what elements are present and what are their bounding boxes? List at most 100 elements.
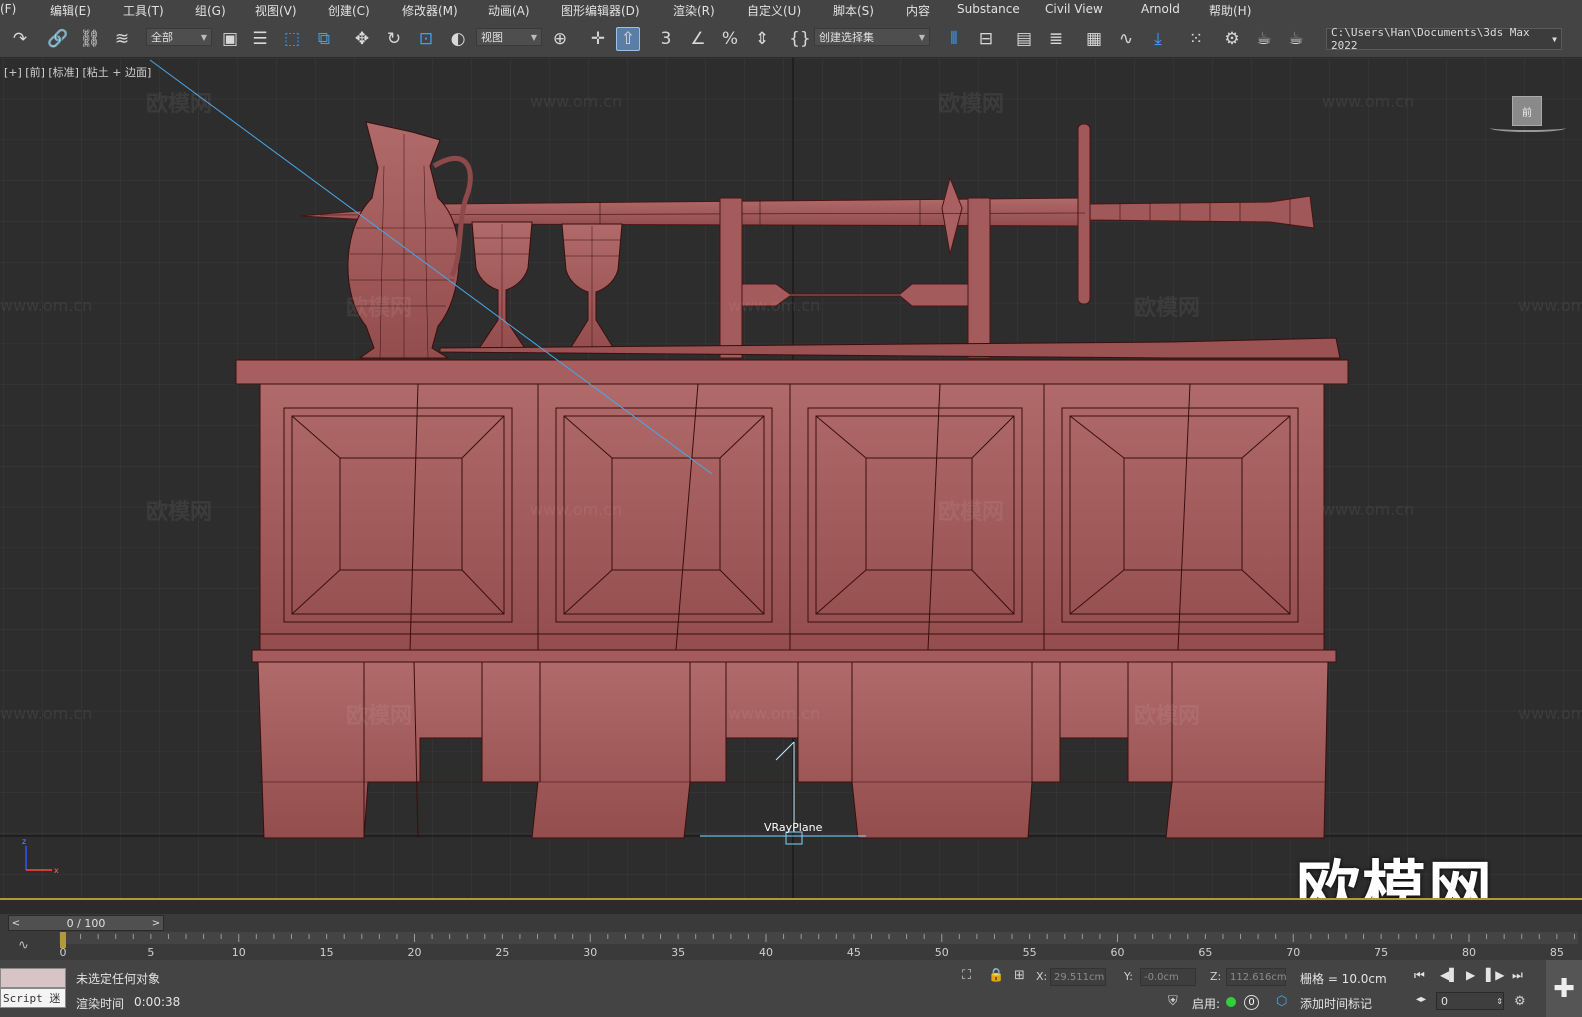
current-frame-value: 0 [1441,994,1448,1008]
rendered-frame-icon[interactable]: ☕ [1252,27,1276,51]
time-slider-value: 0 / 100 [66,916,106,930]
ruler-tick-label: 10 [232,946,246,959]
render-icon[interactable]: ☕ [1284,27,1308,51]
menu-customize[interactable]: 自定义(U) [747,2,801,19]
layer-explorer-icon[interactable]: ≣ [1044,27,1068,51]
window-crossing-icon[interactable]: ⧉ [312,27,336,51]
time-slider-bar: < 0 / 100 > [0,914,1582,932]
rotate-icon[interactable]: ↻ [382,27,406,51]
key-mode-icon[interactable]: ◂▸ [1416,994,1426,1005]
viewport-front[interactable]: z x [+] [前] [标准] [粘土 + 边面] 欧模网 www.om.cn… [0,58,1582,900]
material-editor-icon[interactable]: ⁙ [1184,27,1208,51]
ruler-tick-label: 45 [847,946,861,959]
time-config-icon[interactable]: ⚙ [1514,994,1526,1009]
chevron-left-icon[interactable]: < [9,916,23,930]
reference-coord-dropdown[interactable]: 视图 ▼ [476,28,542,46]
y-coord-label: Y: [1124,970,1133,983]
keyboard-shortcut-icon[interactable]: ⇧ [616,27,640,51]
spinner-snap-icon[interactable]: ⇕ [750,27,774,51]
ribbon-icon[interactable]: ▦ [1082,27,1106,51]
menu-help[interactable]: 帮助(H) [1209,2,1251,19]
viewport-label-menu[interactable]: [+] [前] [标准] [粘土 + 边面] [4,64,151,80]
select-manipulate-icon[interactable]: ✛ [586,27,610,51]
schematic-view-icon[interactable]: ⤓ [1146,27,1170,51]
move-icon[interactable]: ✥ [350,27,374,51]
menu-tools[interactable]: 工具(T) [123,2,164,19]
snap-icon[interactable]: 3 [654,27,678,51]
ruler-tick-label: 20 [408,946,422,959]
shield-icon[interactable]: ⛨ [1168,994,1178,1009]
current-frame-field[interactable]: 0 ⇕ [1436,992,1504,1010]
watermark-logo: 欧模网 [146,92,213,117]
edit-named-sets-icon[interactable]: {} [788,27,812,51]
use-pivot-icon[interactable]: ⊕ [548,27,572,51]
link-icon[interactable]: 🔗 [46,27,70,51]
viewcube-face-label: 前 [1522,107,1532,119]
menu-edit[interactable]: 编辑(E) [50,2,91,19]
selection-status: 未选定任何对象 [76,972,161,986]
menu-civil-view[interactable]: Civil View [1045,2,1103,16]
scale-icon[interactable]: ⊡ [414,27,438,51]
menu-group[interactable]: 组(G) [195,2,226,19]
mirror-icon[interactable]: ⫴ [942,27,966,51]
lock-selection-icon[interactable]: 🔒 [988,968,1004,983]
maxscript-input[interactable]: Script 迷 [0,988,66,1008]
redo-icon[interactable]: ↷ [8,27,32,51]
render-time-label: 渲染时间 [76,997,125,1011]
ruler-tick-label: 15 [320,946,334,959]
x-coord-field[interactable]: 29.511cm [1050,968,1106,986]
track-bar[interactable]: ∿ 0 5 10 15 20 25 30 35 40 45 50 55 60 65 70 75 80 85 [0,932,1582,960]
selection-filter-dropdown[interactable]: 全部 ▼ [146,28,212,46]
unlink-icon[interactable]: ⛓ [78,27,102,51]
menu-animation[interactable]: 动画(A) [488,2,530,19]
select-object-icon[interactable]: ▣ [218,27,242,51]
go-to-start-icon[interactable]: ⏮ [1414,968,1425,983]
project-path-dropdown[interactable]: C:\Users\Han\Documents\3ds Max 2022 ▼ [1326,26,1562,52]
bind-spacewarp-icon[interactable]: ≋ [110,27,134,51]
menu-substance[interactable]: Substance [957,2,1020,16]
named-selection-dropdown[interactable]: 创建选择集 ▼ [814,28,930,46]
menu-view[interactable]: 视图(V) [255,2,297,19]
angle-snap-icon[interactable]: ∠ [686,27,710,51]
align-icon[interactable]: ⊟ [974,27,998,51]
menu-arnold[interactable]: Arnold [1141,2,1180,16]
viewcube-ring[interactable] [1490,124,1566,132]
scene-explorer-icon[interactable]: ▤ [1012,27,1036,51]
isolate-selection-icon[interactable]: ⛶ [962,968,971,983]
percent-snap-icon[interactable]: % [718,27,742,51]
add-button[interactable]: ✚ [1546,960,1582,1017]
curve-editor-icon[interactable]: ∿ [1114,27,1138,51]
current-frame-marker[interactable] [60,932,66,948]
maxscript-listener[interactable]: Script 迷 [0,968,66,1008]
status-bar: Script 迷 未选定任何对象 渲染时间 0:00:38 ⛶ 🔒 ⊞ X: 2… [0,960,1582,1017]
ruler-tick-label: 5 [147,946,154,959]
time-tag-icon[interactable]: ⬡ [1276,994,1287,1009]
rect-region-icon[interactable]: ⬚ [280,27,304,51]
add-time-tag[interactable]: 添加时间标记 [1300,995,1372,1012]
placement-icon[interactable]: ◐ [446,27,470,51]
menu-graph-editors[interactable]: 图形编辑器(D) [561,2,640,19]
y-coord-field[interactable]: -0.0cm [1140,968,1196,986]
ruler-tick-label: 85 [1550,946,1564,959]
render-setup-icon[interactable]: ⚙ [1220,27,1244,51]
absolute-mode-icon[interactable]: ⊞ [1014,968,1025,983]
viewcube[interactable]: 前 [1512,96,1542,126]
go-to-end-icon[interactable]: ⏭ [1512,968,1523,983]
select-by-name-icon[interactable]: ☰ [248,27,272,51]
menu-file[interactable]: (F) [0,2,16,16]
menu-content[interactable]: 内容 [906,2,930,19]
menu-create[interactable]: 创建(C) [328,2,370,19]
menu-rendering[interactable]: 渲染(R) [673,2,715,19]
z-coord-field[interactable]: 112.616cm [1226,968,1287,986]
message-count-badge[interactable]: 0 [1244,995,1259,1010]
menu-scripting[interactable]: 脚本(S) [833,2,874,19]
play-icon[interactable]: ▶ [1466,968,1475,982]
reference-coord-value: 视图 [481,31,503,44]
chevron-right-icon[interactable]: > [149,916,163,930]
spinner-icon[interactable]: ⇕ [1496,997,1503,1006]
previous-frame-icon[interactable]: ◀▌ [1440,968,1458,982]
menu-modifiers[interactable]: 修改器(M) [402,2,458,19]
time-slider[interactable]: < 0 / 100 > [8,915,164,931]
selection-filter-value: 全部 [151,31,173,44]
next-frame-icon[interactable]: ▌▶ [1486,968,1504,982]
